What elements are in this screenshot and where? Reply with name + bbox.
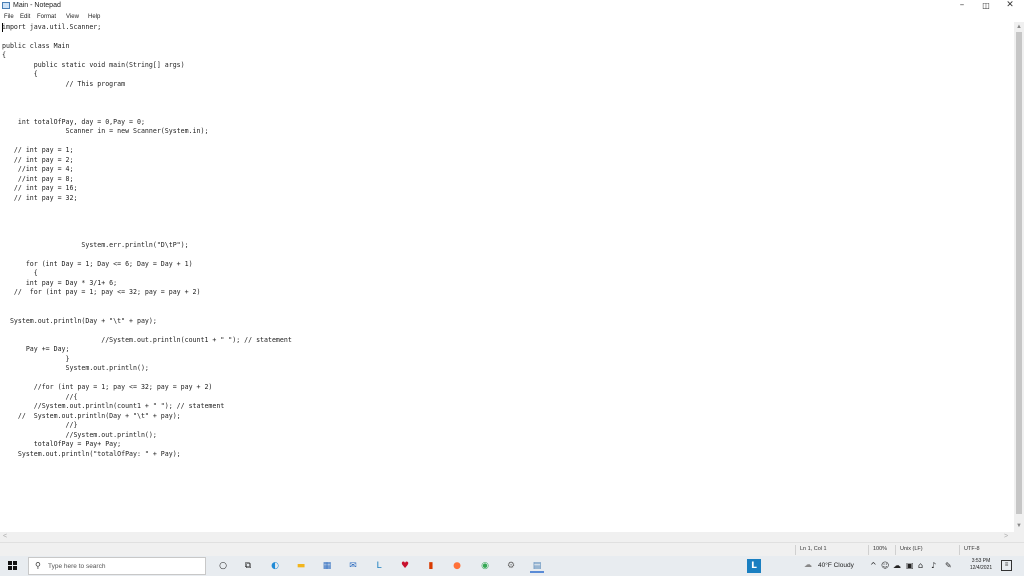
vertical-scrollbar[interactable]: ▲ ▼ (1014, 22, 1024, 532)
code-line: //{ (2, 392, 78, 401)
horizontal-scrollbar[interactable]: < > (0, 532, 1014, 542)
scroll-left-arrow-icon[interactable]: < (3, 533, 7, 541)
code-line: int pay = Day * 3/1+ 6; (2, 278, 118, 287)
code-line: // int pay = 32; (2, 193, 78, 202)
show-hidden-icons-chevron-icon[interactable]: ^ (870, 560, 877, 571)
code-line: //} (2, 421, 78, 430)
code-line: } (2, 354, 70, 363)
status-cursor-position: Ln 1, Col 1 (800, 546, 827, 552)
code-line: totalOfPay = Pay+ Pay; (2, 440, 122, 449)
start-logo-pane (8, 561, 12, 565)
code-line: // System.out.println(Day + "\t" + pay); (2, 411, 181, 420)
code-line: System.out.println(); (2, 364, 149, 373)
start-button-windows-icon[interactable] (8, 561, 18, 571)
search-icon: ⚲ (35, 561, 41, 570)
menu-file[interactable]: File (4, 13, 14, 21)
code-line: //System.out.println(); (2, 430, 157, 439)
code-line: { (2, 70, 38, 79)
maximize-button[interactable]: ◫ (974, 0, 998, 11)
scroll-up-arrow-icon[interactable]: ▲ (1016, 24, 1022, 30)
weather-text[interactable]: 40°F Cloudy (818, 562, 854, 570)
notepad-icon[interactable]: ▤ (530, 559, 544, 573)
code-line: //System.out.println(count1 + " "); // s… (2, 402, 225, 411)
code-line: // This program (2, 79, 126, 88)
code-line: // int pay = 16; (2, 184, 78, 193)
minimize-button[interactable]: – (950, 0, 974, 11)
notification-center-icon[interactable]: ≡ (1001, 560, 1012, 571)
start-logo-pane (13, 566, 17, 570)
code-line: int totalOfPay, day = 0,Pay = 0; (2, 117, 145, 126)
mcafee-icon[interactable]: ♥ (398, 559, 412, 573)
status-bar: Ln 1, Col 1 100% Unix (LF) UTF-8 (0, 542, 1024, 556)
task-view-icon[interactable]: ⧉ (241, 559, 255, 573)
file-explorer-icon[interactable]: ▬ (294, 559, 308, 573)
tray-onedrive-icon[interactable]: ☁ (893, 560, 901, 571)
status-separator (895, 545, 896, 555)
start-logo-pane (8, 566, 12, 570)
code-line: // int pay = 1; (2, 146, 74, 155)
scrollbar-corner (1014, 532, 1024, 542)
firefox-icon[interactable]: ● (450, 559, 464, 573)
status-separator (868, 545, 869, 555)
app-l-icon[interactable]: L (372, 559, 386, 573)
menu-format[interactable]: Format (37, 13, 56, 21)
code-line: Pay += Day; (2, 345, 70, 354)
taskbar-search-box[interactable]: ⚲ Type here to search (28, 557, 206, 575)
code-line: // for (int pay = 1; pay <= 32; pay = pa… (2, 288, 201, 297)
notepad-window: Main - Notepad – ◫ ✕ File Edit Format Vi… (0, 0, 1024, 556)
scroll-right-arrow-icon[interactable]: > (1004, 533, 1008, 541)
mail-icon[interactable]: ✉ (346, 559, 360, 573)
start-logo-pane (13, 561, 17, 565)
code-line: System.err.println("D\tP"); (2, 241, 189, 250)
network-icon[interactable]: ⌂ (918, 560, 923, 571)
clock-time[interactable]: 3:53 PM (966, 558, 996, 565)
code-line: //int pay = 4; (2, 165, 74, 174)
taskbar: ⚲ Type here to search ○ ⧉ ◐ ▬ ▦ ✉ L ♥ ▮ ● ◉ ⚙ ▤ L ☁ … (0, 556, 1024, 576)
code-line: { (2, 269, 38, 278)
code-line: System.out.println("totalOfPay: " + Pay)… (2, 449, 181, 458)
code-line: public static void main(String[] args) (2, 60, 185, 69)
code-line: //int pay = 8; (2, 174, 74, 183)
office-icon[interactable]: ▮ (424, 559, 438, 573)
menu-help[interactable]: Help (88, 13, 100, 21)
status-separator (795, 545, 796, 555)
code-line: //for (int pay = 1; pay <= 32; pay = pay… (2, 383, 213, 392)
notepad-app-icon (2, 2, 10, 9)
cortana-icon[interactable]: ○ (216, 559, 230, 573)
status-encoding: UTF-8 (964, 546, 980, 552)
code-line: //System.out.println(count1 + " "); // s… (2, 335, 292, 344)
tray-display-icon[interactable]: ▣ (906, 560, 914, 571)
code-line: { (2, 51, 6, 60)
volume-icon[interactable]: ♪ (931, 560, 936, 571)
vertical-scroll-thumb[interactable] (1016, 32, 1022, 514)
tray-app-l-icon[interactable]: L (747, 559, 761, 573)
status-separator (959, 545, 960, 555)
store-icon[interactable]: ▦ (320, 559, 334, 573)
menu-view[interactable]: View (66, 13, 79, 21)
edge-icon[interactable]: ◐ (268, 559, 282, 573)
code-line: System.out.println(Day + "\t" + pay); (2, 316, 157, 325)
settings-icon[interactable]: ⚙ (504, 559, 518, 573)
code-line: public class Main (2, 41, 70, 50)
pen-icon[interactable]: ✎ (945, 560, 952, 571)
clock-date[interactable]: 12/4/2021 (966, 565, 996, 572)
weather-cloud-icon[interactable]: ☁ (804, 560, 812, 570)
title-bar[interactable]: Main - Notepad – ◫ ✕ (0, 0, 1024, 12)
code-line: for (int Day = 1; Day <= 6; Day = Day + … (2, 260, 193, 268)
close-button[interactable]: ✕ (998, 0, 1022, 11)
code-line: import java.util.Scanner; (2, 23, 102, 31)
code-line: Scanner in = new Scanner(System.in); (2, 127, 209, 136)
search-placeholder: Type here to search (48, 563, 106, 570)
menu-edit[interactable]: Edit (20, 13, 30, 21)
status-zoom: 100% (873, 546, 888, 552)
status-line-ending: Unix (LF) (900, 546, 923, 552)
chrome-icon[interactable]: ◉ (478, 559, 492, 573)
text-editor-area[interactable]: import java.util.Scanner; public class Ma… (0, 22, 1014, 532)
window-title: Main - Notepad (13, 2, 61, 9)
menu-bar: File Edit Format View Help (0, 12, 1024, 22)
scroll-down-arrow-icon[interactable]: ▼ (1016, 523, 1022, 529)
tray-meet-icon[interactable]: ☺ (881, 560, 889, 571)
code-line: // int pay = 2; (2, 155, 74, 164)
